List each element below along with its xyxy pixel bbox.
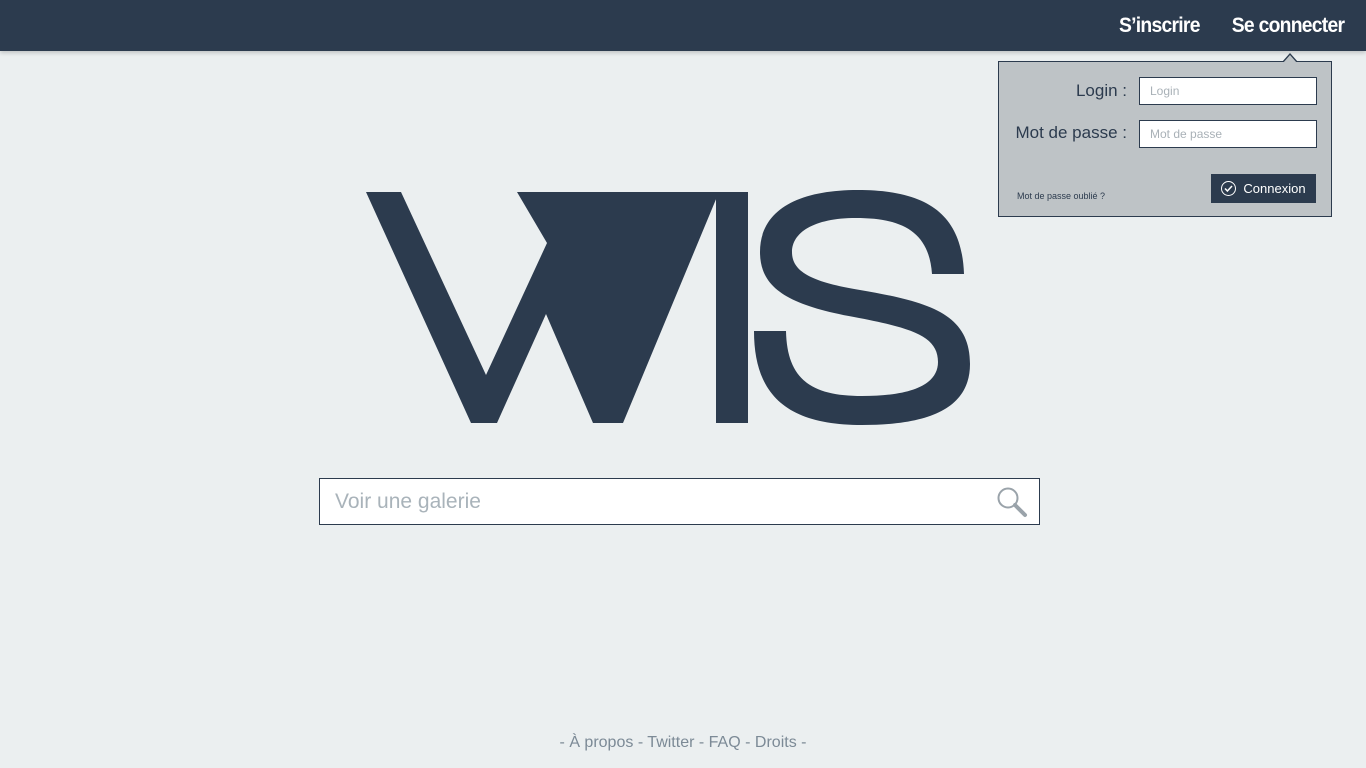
footer-separator: - bbox=[637, 734, 644, 751]
logo-letter-i bbox=[716, 192, 748, 423]
password-field-label: Mot de passe : bbox=[1015, 123, 1127, 142]
forgot-password-link[interactable]: Mot de passe oublié ? bbox=[1017, 191, 1105, 201]
login-field-label: Login : bbox=[1075, 81, 1127, 100]
wis-logo bbox=[366, 190, 970, 425]
check-circle-icon bbox=[1221, 181, 1237, 196]
footer-separator: - bbox=[801, 734, 807, 751]
logo-letter-s bbox=[754, 190, 970, 425]
login-popup: Login : Mot de passe : Mot de passe oubl… bbox=[998, 53, 1332, 217]
login-link[interactable]: Se connecter bbox=[1231, 14, 1344, 38]
gallery-search-box bbox=[319, 478, 1040, 525]
signup-link[interactable]: S’inscrire bbox=[1119, 14, 1200, 38]
logo-letter-w bbox=[366, 192, 719, 423]
footer: - À propos - Twitter - FAQ - Droits - bbox=[0, 734, 1366, 752]
footer-separator: - bbox=[745, 734, 751, 751]
footer-separator: - bbox=[698, 734, 705, 751]
footer-link-rights[interactable]: Droits bbox=[755, 734, 797, 751]
footer-link-about[interactable]: À propos bbox=[569, 734, 633, 751]
popup-arrow-fill bbox=[1283, 55, 1297, 63]
login-input[interactable] bbox=[1139, 77, 1317, 105]
top-bar: S’inscrire Se connecter bbox=[0, 0, 1366, 51]
gallery-search-input[interactable] bbox=[320, 479, 980, 524]
logo-letters bbox=[366, 190, 970, 425]
footer-separator: - bbox=[559, 734, 565, 751]
footer-link-faq[interactable]: FAQ bbox=[709, 734, 741, 751]
top-nav: S’inscrire Se connecter bbox=[1112, 0, 1345, 51]
connect-button[interactable]: Connexion bbox=[1211, 174, 1316, 203]
search-icon[interactable] bbox=[996, 486, 1028, 518]
footer-link-twitter[interactable]: Twitter bbox=[647, 734, 694, 751]
password-input[interactable] bbox=[1139, 120, 1317, 148]
connect-button-label: Connexion bbox=[1243, 181, 1306, 196]
